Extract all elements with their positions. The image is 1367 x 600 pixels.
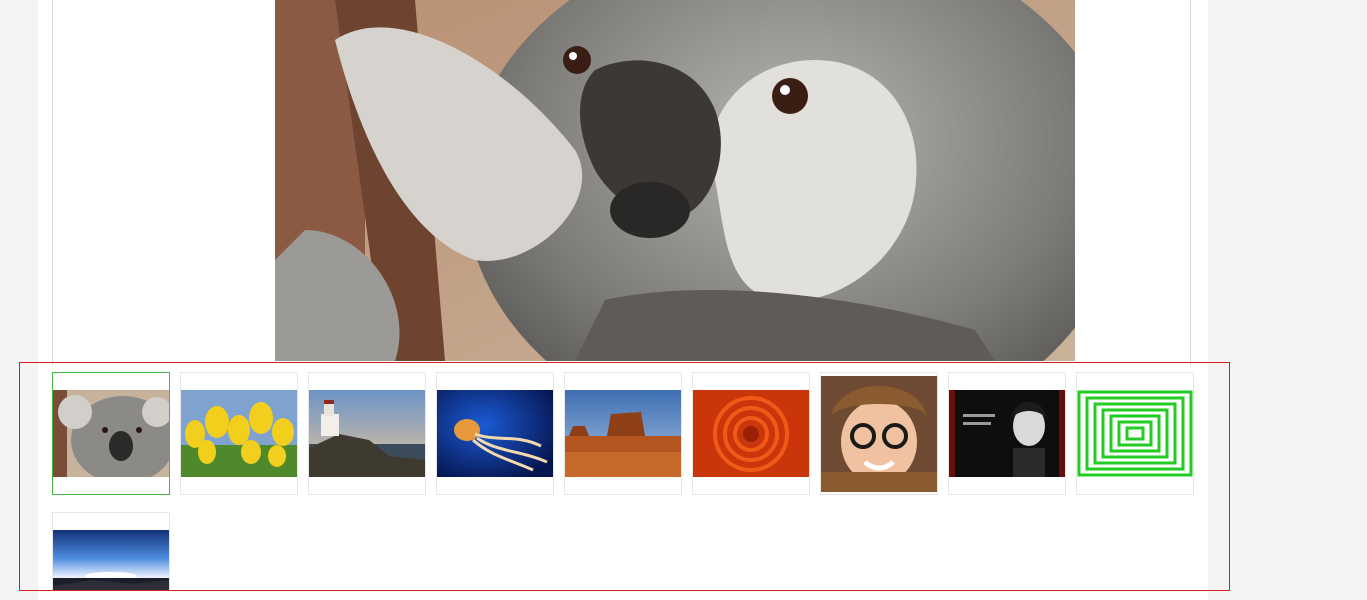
thumbnail-tulips[interactable] (180, 372, 298, 495)
thumbnail-chrysanthemum[interactable] (692, 372, 810, 495)
thumbnail-green-squares[interactable] (1076, 372, 1194, 495)
thumbnail-child-portrait[interactable] (820, 372, 938, 495)
thumbnail-sunset-landscape[interactable] (52, 512, 170, 590)
thumbnail-koala[interactable] (52, 372, 170, 495)
thumbnail-lighthouse[interactable] (308, 372, 426, 495)
main-image-koala (275, 0, 1075, 361)
thumbnail-strip (19, 362, 1230, 591)
image-viewer (52, 0, 1191, 365)
thumbnail-jellyfish[interactable] (436, 372, 554, 495)
thumbnail-desert[interactable] (564, 372, 682, 495)
thumbnail-audrey-hepburn-poster[interactable] (948, 372, 1066, 495)
